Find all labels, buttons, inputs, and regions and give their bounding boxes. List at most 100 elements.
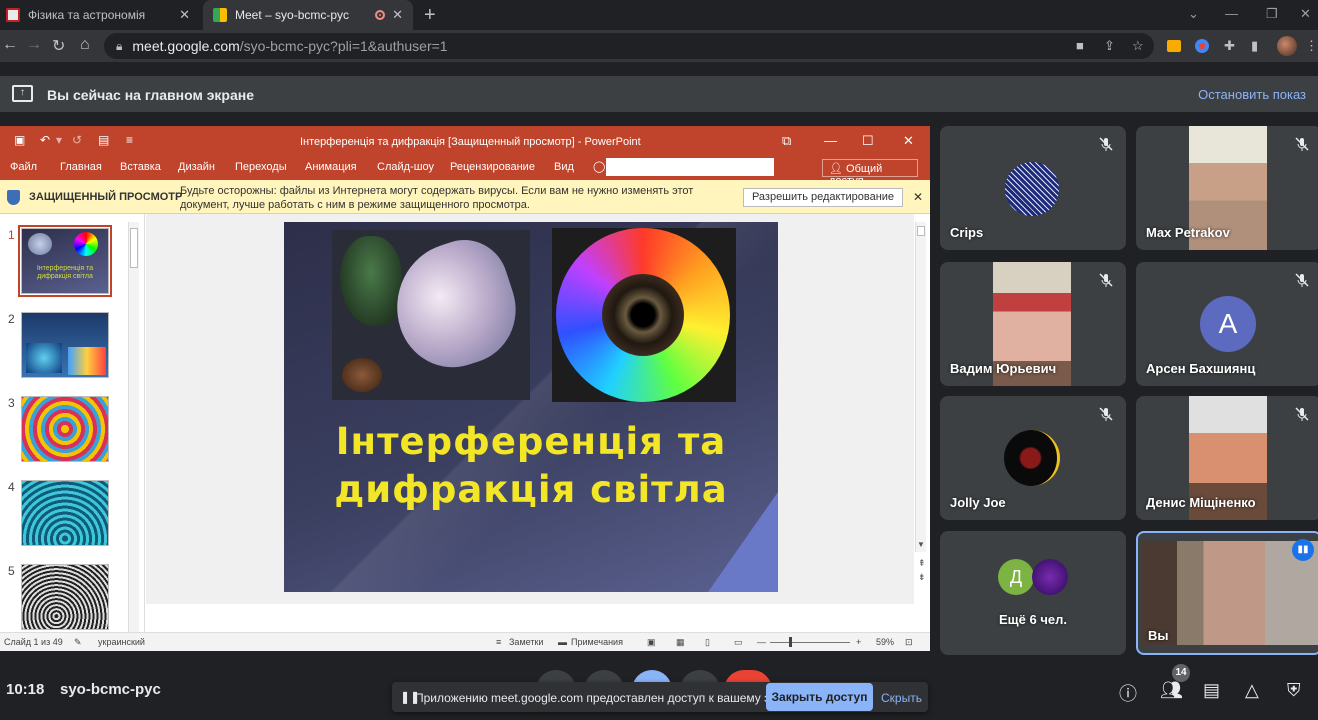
protected-view-message: Будьте осторожны: файлы из Интернета мог… [180, 185, 694, 211]
thumbnails-scrollbar[interactable] [128, 222, 139, 632]
menu-kebab-icon[interactable]: ⋮ [1305, 38, 1318, 54]
ribbon-tab-view[interactable]: Вид [554, 161, 574, 173]
tab-meet[interactable]: Meet – syo-bcmc-pyc ✕ [203, 0, 413, 30]
participant-tile[interactable]: Вадим Юрьевич [940, 262, 1126, 386]
puzzle-icon[interactable]: ✚ [1224, 38, 1235, 54]
sidepanel-icon[interactable]: ▮ [1251, 38, 1258, 54]
participant-tile[interactable]: A Арсен Бахшиянц [1136, 262, 1318, 386]
minimize-icon[interactable]: — [1225, 6, 1238, 21]
extension-icon[interactable] [1195, 39, 1209, 53]
participant-tile[interactable]: Денис Міщіненко [1136, 396, 1318, 520]
cd-center [602, 274, 684, 356]
enable-editing-button[interactable]: Разрешить редактирование [743, 188, 903, 207]
close-icon[interactable]: ✕ [179, 7, 190, 23]
dropdown-icon[interactable]: ▾ [56, 133, 62, 147]
sorter-view-icon[interactable]: ▦ [676, 637, 685, 648]
camera-icon[interactable]: ■ [1076, 38, 1084, 53]
activities-icon[interactable]: △ [1245, 680, 1259, 701]
restore-icon[interactable]: ❐ [1266, 6, 1278, 22]
more-participants-tile[interactable]: Д Ещё 6 чел. [940, 531, 1126, 655]
new-tab-icon[interactable]: + [424, 4, 436, 27]
comments-button[interactable]: Примечания [571, 637, 623, 647]
self-tile[interactable]: ▮▮ Вы [1136, 531, 1318, 655]
chat-icon[interactable]: ▤ [1203, 680, 1220, 701]
zoom-slider-thumb[interactable] [789, 637, 792, 647]
stop-sharing-button[interactable]: Остановить показ [1198, 87, 1306, 102]
ribbon-tab-slideshow[interactable]: Слайд-шоу [377, 161, 434, 173]
undo-icon[interactable]: ↶ [40, 133, 50, 147]
slide-scrollbar[interactable]: ▼ [915, 222, 926, 552]
close-icon[interactable]: ✕ [913, 190, 923, 204]
scrollbar-thumb[interactable] [917, 226, 925, 236]
ribbon-tab-insert[interactable]: Вставка [120, 161, 161, 173]
participant-tile[interactable]: Max Petrakov [1136, 126, 1318, 250]
zoom-slider[interactable] [770, 642, 850, 643]
maximize-icon[interactable]: ☐ [862, 133, 874, 149]
hide-button[interactable]: Скрыть [881, 691, 922, 705]
zoom-in-icon[interactable]: + [856, 637, 861, 647]
forward-icon[interactable]: → [26, 36, 42, 54]
current-slide[interactable]: Інтерференція та дифракція світла [284, 222, 778, 592]
reading-view-icon[interactable]: ▯ [705, 637, 710, 648]
redo-icon[interactable]: ↺ [72, 133, 82, 147]
slideshow-icon[interactable]: ▤ [98, 133, 109, 147]
ribbon-tab-review[interactable]: Рецензирование [450, 161, 535, 173]
slide-thumbnail-2[interactable] [21, 312, 109, 378]
url-path: /syo-bcmc-pyc?pli=1&authuser=1 [239, 38, 448, 54]
tell-me-input[interactable] [606, 158, 774, 176]
meet-bottom-bar: 10:18 syo-bcmc-pyc ❚❚ Приложению meet.go… [0, 660, 1318, 720]
reload-icon[interactable]: ↻ [52, 36, 65, 56]
customize-qat-icon[interactable]: ≡ [126, 133, 133, 147]
address-bar[interactable]: 🔒︎ meet.google.com/syo-bcmc-pyc?pli=1&au… [104, 33, 1154, 59]
minimize-icon[interactable]: — [824, 133, 837, 148]
avatar: A [1200, 296, 1256, 352]
lock-icon[interactable]: 🔒︎ [116, 39, 122, 54]
scroll-down-icon[interactable]: ▼ [917, 540, 925, 549]
slide-thumbnail-1[interactable]: Інтерференція та дифракція світла [18, 225, 112, 297]
thumb-caption: Інтерференція та дифракція світла [36, 265, 94, 280]
lightbulb-icon: ◯ [593, 161, 606, 173]
profile-avatar[interactable] [1277, 36, 1297, 56]
bookmark-star-icon[interactable]: ☆ [1132, 38, 1144, 54]
zoom-level[interactable]: 59% [876, 637, 894, 647]
ribbon-tab-design[interactable]: Дизайн [178, 161, 215, 173]
language-status[interactable]: украинский [98, 637, 145, 647]
ppt-share-button[interactable]: 👤︎ Общий доступ [822, 159, 918, 187]
slide-thumbnail-5[interactable] [21, 564, 109, 630]
home-icon[interactable]: ⌂ [80, 36, 90, 54]
people-icon[interactable]: 👥︎ [1160, 680, 1183, 701]
participant-tile[interactable]: Jolly Joe [940, 396, 1126, 520]
notes-button[interactable]: Заметки [509, 637, 543, 647]
window-close-icon[interactable]: ✕ [1300, 6, 1311, 22]
fit-to-window-icon[interactable]: ⊡ [905, 637, 913, 648]
ribbon-tab-animation[interactable]: Анимация [305, 161, 357, 173]
close-icon[interactable]: ✕ [903, 133, 914, 149]
normal-view-icon[interactable]: ▣ [647, 637, 656, 648]
ribbon-display-icon[interactable]: ⧉ [782, 133, 791, 149]
host-controls-icon[interactable]: ⛨ [1287, 680, 1301, 701]
save-icon[interactable]: ▣ [14, 133, 25, 147]
participant-tile[interactable]: Crips [940, 126, 1126, 250]
stop-access-button[interactable]: Закрыть доступ [766, 683, 873, 711]
ribbon-tab-home[interactable]: Главная [60, 161, 102, 173]
close-icon[interactable]: ✕ [392, 7, 403, 23]
slideshow-view-icon[interactable]: ▭ [734, 637, 743, 648]
back-icon[interactable]: ← [2, 36, 18, 54]
tab-physics[interactable]: Фізика та астрономія ✕ [0, 0, 200, 30]
chevron-down-icon[interactable]: ⌄ [1188, 6, 1199, 22]
slide-thumbnail-4[interactable] [21, 480, 109, 546]
thumb-image [74, 232, 98, 256]
ribbon-tab-file[interactable]: Файл [10, 161, 37, 173]
prev-slide-icon[interactable]: ⇞ [918, 558, 926, 569]
avatar [1032, 559, 1068, 595]
ribbon-tab-transitions[interactable]: Переходы [235, 161, 287, 173]
slide-thumbnail-3[interactable] [21, 396, 109, 462]
next-slide-icon[interactable]: ⇟ [918, 572, 926, 583]
scrollbar-thumb[interactable] [130, 228, 138, 268]
zoom-out-icon[interactable]: — [757, 637, 766, 647]
spellcheck-icon[interactable]: ✎ [74, 637, 82, 648]
participant-name: Max Petrakov [1146, 225, 1230, 240]
share-page-icon[interactable]: ⇪ [1104, 38, 1115, 54]
extension-icon[interactable] [1167, 40, 1181, 52]
info-icon[interactable]: ⓘ [1119, 680, 1137, 706]
